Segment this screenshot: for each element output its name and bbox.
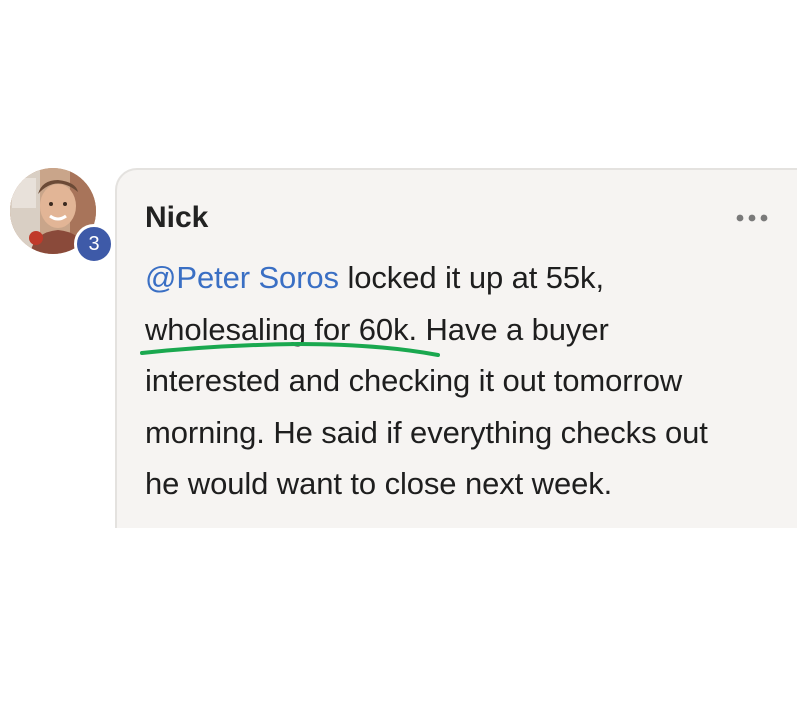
comment-line-3: interested and checking it out tomorrow: [145, 363, 683, 398]
comment-text-segment: locked it up at 55k,: [338, 260, 604, 295]
comment-line-5: he would want to close next week.: [145, 466, 613, 501]
comment-screenshot: 3 Nick @Peter Soros locked it up at 55k,…: [0, 0, 797, 728]
more-horizontal-icon[interactable]: [734, 210, 770, 226]
level-badge: 3: [74, 224, 114, 264]
comment-text: @Peter Soros locked it up at 55k, wholes…: [145, 252, 795, 510]
comment-line-4: morning. He said if everything checks ou…: [145, 414, 708, 450]
highlighted-text: wholesaling for 60k: [145, 311, 409, 347]
comment-text-segment: . Have a buyer: [408, 311, 609, 347]
author-name[interactable]: Nick: [145, 200, 208, 236]
avatar-group[interactable]: 3: [10, 168, 114, 264]
comment-line-2: wholesaling for 60k. Have a buyer: [145, 304, 795, 356]
mention-link[interactable]: @Peter Soros: [145, 260, 339, 295]
comment-line-1: @Peter Soros locked it up at 55k,: [145, 252, 795, 304]
